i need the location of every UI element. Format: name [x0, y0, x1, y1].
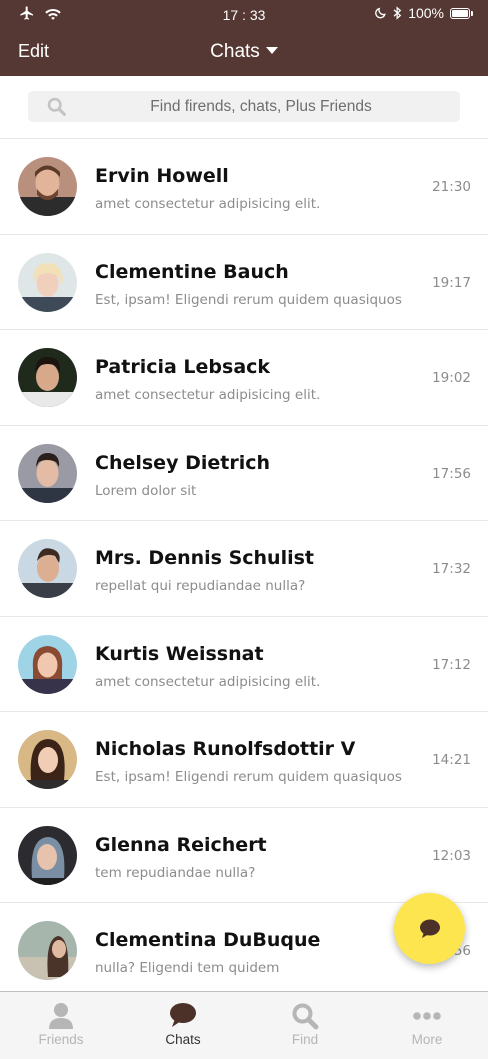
- message-preview: repellat qui repudiandae nulla?: [95, 578, 306, 594]
- search-box[interactable]: [28, 91, 460, 122]
- chat-list: Ervin Howell amet consectetur adipisicin…: [0, 139, 488, 991]
- contact-name: Glenna Reichert: [95, 833, 267, 856]
- chat-row[interactable]: Chelsey Dietrich Lorem dolor sit 17:56: [0, 425, 488, 521]
- moon-icon: [375, 7, 387, 19]
- tab-label: Find: [291, 1032, 319, 1047]
- message-time: 19:17: [432, 274, 471, 291]
- chat-row[interactable]: Mrs. Dennis Schulist repellat qui repudi…: [0, 521, 488, 617]
- search-icon: [47, 97, 66, 116]
- chat-row[interactable]: Glenna Reichert tem repudiandae nulla? 1…: [0, 807, 488, 903]
- chat-row[interactable]: Kurtis Weissnat amet consectetur adipisi…: [0, 616, 488, 712]
- avatar: [18, 825, 77, 885]
- avatar: [18, 634, 77, 694]
- page-title: Chats: [210, 41, 260, 62]
- message-preview: Lorem dolor sit: [95, 482, 197, 499]
- contact-name: Mrs. Dennis Schulist: [95, 547, 314, 569]
- tab-label: More: [411, 1032, 443, 1047]
- new-chat-button[interactable]: [394, 893, 465, 964]
- contact-name: Nicholas Runolfsdottir V: [95, 738, 356, 760]
- search-area: [0, 76, 488, 139]
- battery-percentage: 100%: [408, 5, 444, 21]
- contact-name: Clementine Bauch: [95, 260, 289, 283]
- avatar: [18, 443, 77, 503]
- contact-name: Patricia Lebsack: [95, 356, 271, 378]
- message-preview: Est, ipsam! Eligendi rerum quidem quasiq…: [95, 769, 402, 785]
- chat-row[interactable]: Clementine Bauch Est, ipsam! Eligendi re…: [0, 234, 488, 330]
- status-right: 100%: [374, 5, 473, 21]
- tab-more[interactable]: More: [366, 992, 488, 1059]
- message-time: 17:12: [432, 656, 471, 673]
- chat-row[interactable]: Patricia Lebsack amet consectetur adipis…: [0, 330, 488, 426]
- tab-chats[interactable]: Chats: [122, 992, 244, 1059]
- contact-name: Chelsey Dietrich: [95, 451, 270, 474]
- message-preview: amet consectetur adipisicing elit.: [95, 196, 321, 212]
- chats-title-dropdown[interactable]: Chats: [0, 41, 488, 63]
- message-time: 14:21: [432, 752, 471, 768]
- tab-bar: Friends Chats Find More: [0, 991, 488, 1059]
- tab-label: Chats: [165, 1032, 201, 1047]
- message-preview: amet consectetur adipisicing elit.: [95, 673, 321, 690]
- message-preview: Est, ipsam! Eligendi rerum quidem quasiq…: [95, 291, 402, 308]
- battery-icon: [450, 7, 473, 19]
- avatar: [18, 157, 77, 216]
- message-time: 17:32: [432, 561, 471, 577]
- tab-friends[interactable]: Friends: [0, 992, 122, 1059]
- search-icon: [292, 1003, 319, 1030]
- message-time: 12:03: [432, 847, 471, 864]
- more-dots-icon: [413, 1012, 441, 1020]
- contact-name: Clementina DuBuque: [95, 929, 321, 951]
- person-icon: [49, 1003, 73, 1029]
- avatar: [18, 921, 77, 980]
- message-preview: tem repudiandae nulla?: [95, 864, 256, 881]
- avatar: [18, 252, 77, 312]
- status-bar: 17 : 33 100%: [0, 0, 488, 30]
- chat-bubble-icon: [170, 1003, 196, 1027]
- chat-row[interactable]: Ervin Howell amet consectetur adipisicin…: [0, 139, 488, 235]
- avatar: [18, 348, 77, 407]
- message-time: 21:30: [432, 179, 471, 195]
- message-time: 17:56: [432, 465, 471, 482]
- contact-name: Ervin Howell: [95, 165, 229, 187]
- avatar: [18, 539, 77, 598]
- chat-bubble-icon: [419, 919, 440, 938]
- message-time: 19:02: [432, 370, 471, 386]
- chat-row[interactable]: Nicholas Runolfsdottir V Est, ipsam! Eli…: [0, 712, 488, 808]
- message-preview: nulla? Eligendi tem quidem: [95, 960, 280, 976]
- message-preview: amet consectetur adipisicing elit.: [95, 387, 321, 403]
- tab-find[interactable]: Find: [244, 992, 366, 1059]
- bluetooth-icon: [393, 6, 402, 20]
- caret-down-icon: [265, 47, 278, 54]
- search-input[interactable]: [76, 91, 446, 122]
- contact-name: Kurtis Weissnat: [95, 642, 264, 665]
- app-header: Edit Chats: [0, 30, 488, 76]
- avatar: [18, 730, 77, 789]
- tab-label: Friends: [38, 1032, 84, 1047]
